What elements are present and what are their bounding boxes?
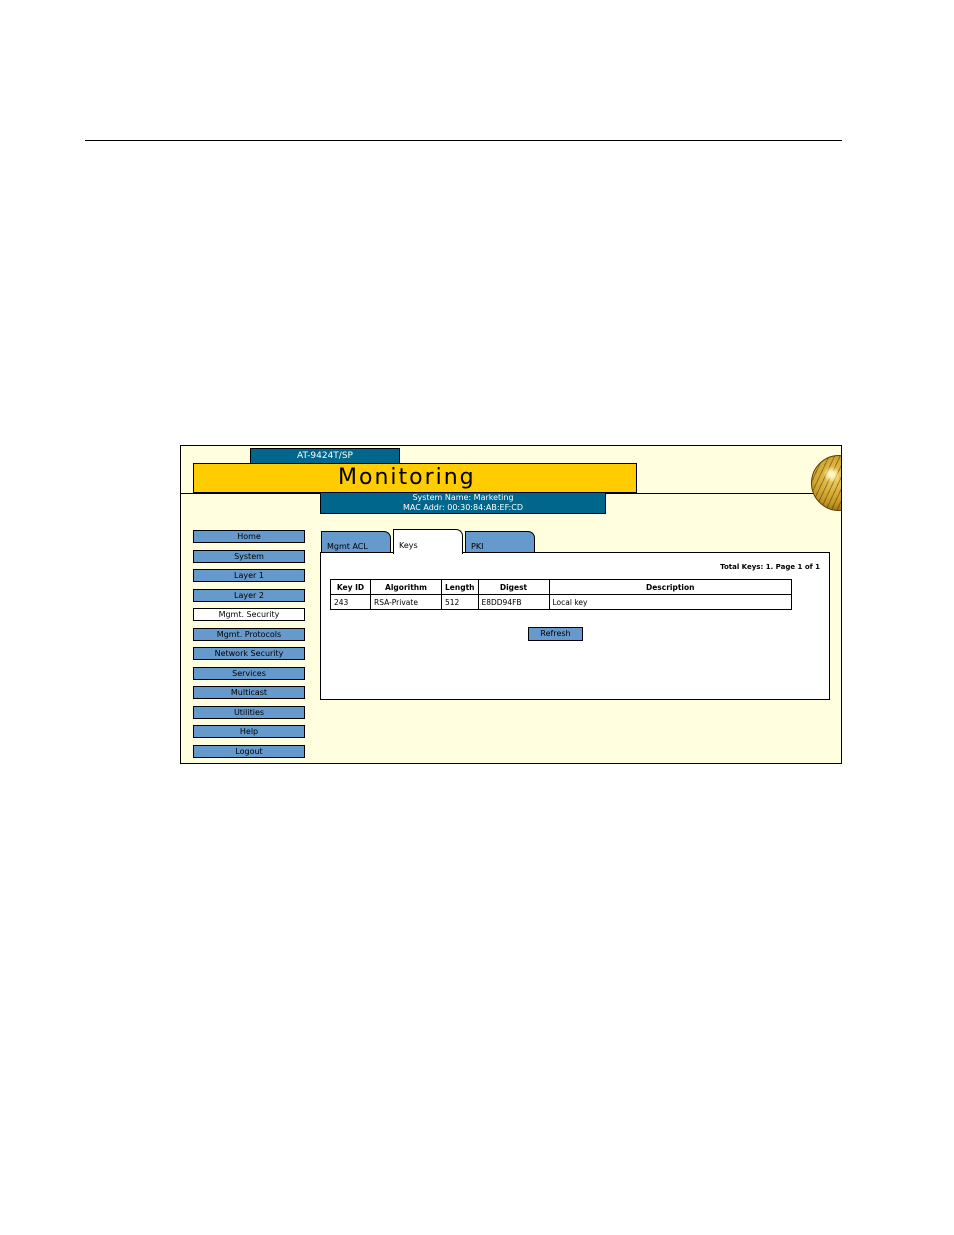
col-key-id: Key ID — [330, 579, 371, 595]
banner-title: Monitoring — [338, 465, 476, 490]
keys-panel: Total Keys: 1. Page 1 of 1 Key ID Algori… — [320, 552, 830, 700]
tab-keys[interactable]: Keys — [393, 529, 463, 554]
browser-screenshot-frame: AT-9424T/SP Monitoring System Name: Mark… — [180, 445, 842, 764]
cell-algorithm: RSA-Private — [370, 594, 442, 610]
mac-address: MAC Addr: 00:30:84:AB:EF:CD — [403, 503, 523, 512]
nav-logout-button[interactable]: Logout — [193, 744, 305, 758]
nav-mgmt-security-button[interactable]: Mgmt. Security — [193, 608, 305, 621]
nav-layer1-button[interactable]: Layer 1 — [193, 569, 305, 582]
cell-length: 512 — [441, 594, 479, 610]
monitoring-banner: Monitoring — [193, 463, 637, 493]
nav-help-button[interactable]: Help — [193, 725, 305, 738]
nav-home-button[interactable]: Home — [193, 530, 305, 543]
col-algorithm: Algorithm — [370, 579, 442, 595]
globe-logo-icon — [811, 455, 841, 511]
nav-utilities-button[interactable]: Utilities — [193, 705, 305, 719]
nav-multicast-button[interactable]: Multicast — [193, 686, 305, 699]
nav-services-button[interactable]: Services — [193, 666, 305, 680]
device-model-label: AT-9424T/SP — [250, 448, 400, 464]
system-name: System Name: Marketing — [412, 493, 514, 502]
cell-digest: E8DD94FB — [477, 594, 550, 610]
col-digest: Digest — [477, 579, 550, 595]
page-header-rule — [85, 140, 842, 141]
col-length: Length — [441, 579, 479, 595]
system-info-box: System Name: Marketing MAC Addr: 00:30:8… — [320, 493, 606, 514]
cell-key-id: 243 — [330, 594, 371, 610]
refresh-button[interactable]: Refresh — [528, 627, 583, 641]
keys-table: Key ID Algorithm Length Digest Descripti… — [330, 579, 792, 610]
nav-layer2-button[interactable]: Layer 2 — [193, 588, 305, 602]
nav-mgmt-protocols-button[interactable]: Mgmt. Protocols — [193, 627, 305, 641]
total-keys-summary: Total Keys: 1. Page 1 of 1 — [720, 563, 820, 571]
tab-mgmt-acl[interactable]: Mgmt ACL — [321, 531, 391, 553]
table-header-row: Key ID Algorithm Length Digest Descripti… — [330, 579, 792, 595]
tab-pki[interactable]: PKI — [465, 531, 535, 553]
cell-description: Local key — [548, 594, 792, 610]
col-description: Description — [548, 579, 792, 595]
sidebar-nav: Home System Layer 1 Layer 2 Mgmt. Securi… — [193, 530, 305, 763]
nav-network-security-button[interactable]: Network Security — [193, 647, 305, 660]
table-row: 243 RSA-Private 512 E8DD94FB Local key — [330, 594, 792, 610]
nav-system-button[interactable]: System — [193, 549, 305, 563]
